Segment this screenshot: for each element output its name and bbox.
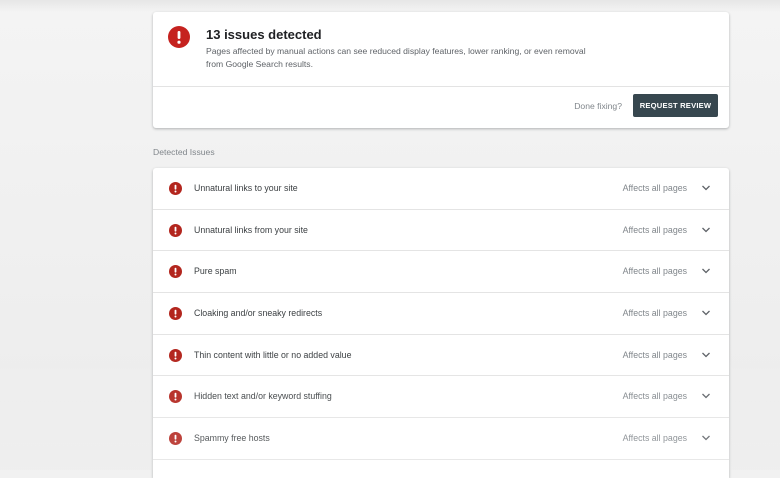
- issue-scope: Affects all pages: [622, 349, 687, 360]
- detected-issues-heading: Detected Issues: [153, 147, 215, 157]
- issue-scope: Affects all pages: [622, 308, 687, 319]
- issue-row-thin-content[interactable]: Thin content with little or no added val…: [153, 335, 729, 377]
- issue-label: Spammy free hosts: [194, 433, 270, 444]
- issue-row-spammy-free-hosts[interactable]: Spammy free hosts Affects all pages: [153, 418, 729, 460]
- issue-scope: Affects all pages: [622, 391, 687, 402]
- chevron-down-icon[interactable]: [701, 267, 711, 275]
- error-icon: [169, 432, 182, 446]
- issue-label: Thin content with little or no added val…: [194, 349, 352, 360]
- issue-label: Pure spam: [194, 266, 237, 277]
- chevron-down-icon[interactable]: [701, 309, 711, 317]
- error-icon: [169, 223, 182, 237]
- issue-label: Unnatural links from your site: [194, 224, 308, 235]
- error-icon: [169, 390, 182, 404]
- issue-scope: Affects all pages: [622, 224, 687, 235]
- issue-scope: Affects all pages: [622, 433, 687, 444]
- issue-row-pure-spam[interactable]: Pure spam Affects all pages: [153, 251, 729, 294]
- request-review-button[interactable]: REQUEST REVIEW: [633, 94, 718, 117]
- issue-label: Cloaking and/or sneaky redirects: [194, 308, 323, 319]
- manual-actions-summary-card: 13 issues detected Pages affected by man…: [153, 12, 729, 128]
- top-edge: [0, 0, 780, 12]
- alert-icon: [168, 26, 190, 48]
- chevron-down-icon[interactable]: [701, 226, 711, 234]
- issue-scope: Affects all pages: [622, 183, 687, 193]
- done-fixing-prompt: Done fixing?: [574, 101, 622, 111]
- chevron-down-icon[interactable]: [701, 392, 711, 400]
- issue-row-hidden-text-keyword-stuffing[interactable]: Hidden text and/or keyword stuffing Affe…: [153, 376, 729, 419]
- error-icon: [169, 182, 182, 195]
- issue-row-cloaking-redirects[interactable]: Cloaking and/or sneaky redirects Affects…: [153, 293, 729, 335]
- issue-scope: Affects all pages: [622, 266, 687, 277]
- chevron-down-icon[interactable]: [701, 434, 711, 442]
- issue-row-unnatural-links-from-site[interactable]: Unnatural links from your site Affects a…: [153, 210, 729, 252]
- detected-issues-list: Unnatural links to your site Affects all…: [153, 168, 729, 478]
- issue-label: Unnatural links to your site: [194, 183, 298, 193]
- chevron-down-icon[interactable]: [701, 351, 711, 359]
- issue-label: Hidden text and/or keyword stuffing: [194, 391, 332, 402]
- error-icon: [169, 348, 182, 362]
- summary-header: 13 issues detected Pages affected by man…: [153, 12, 729, 87]
- error-icon: [169, 265, 182, 279]
- issues-count-title: 13 issues detected: [206, 27, 322, 42]
- issue-row-unnatural-links-to-site[interactable]: Unnatural links to your site Affects all…: [153, 168, 729, 210]
- summary-actions: Done fixing? REQUEST REVIEW: [153, 87, 729, 128]
- error-icon: [169, 307, 182, 321]
- chevron-down-icon[interactable]: [701, 184, 711, 192]
- issues-description: Pages affected by manual actions can see…: [206, 46, 586, 69]
